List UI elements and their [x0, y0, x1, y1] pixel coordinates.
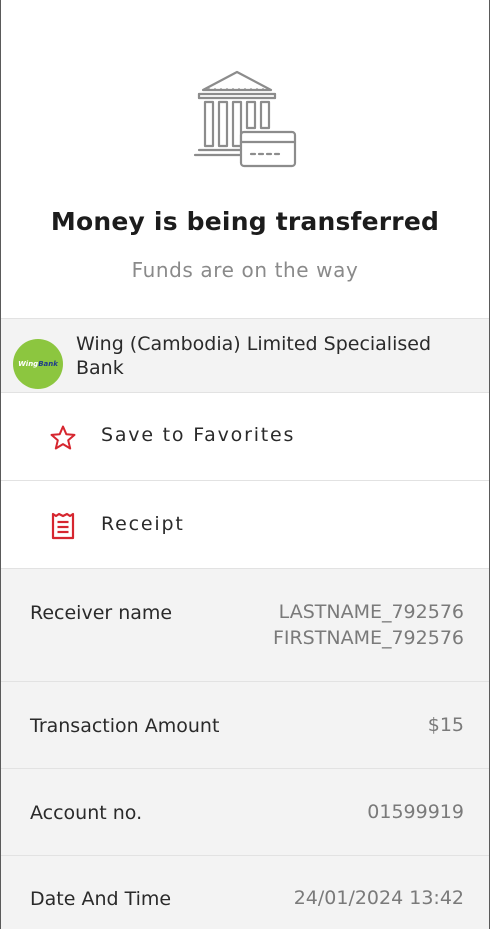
- date-time-label: Date And Time: [30, 888, 172, 910]
- account-number-value: 01599919: [367, 801, 464, 823]
- transaction-amount-label: Transaction Amount: [30, 715, 220, 737]
- receiver-name-label: Receiver name: [30, 602, 173, 624]
- bank-name: Wing (Cambodia) Limited Specialised Bank: [76, 332, 476, 380]
- receipt-icon: [51, 512, 75, 540]
- page-subtitle: Funds are on the way: [131, 258, 359, 282]
- save-to-favorites-label: Save to Favorites: [101, 424, 296, 446]
- receiver-bank: Wing Bank Wing (Cambodia) Limited Special…: [1, 318, 489, 393]
- receiver-name-row: Receiver name LASTNAME_792576 FIRSTNAME_…: [1, 569, 489, 682]
- logo-text-bank: Bank: [38, 359, 58, 368]
- receipt-label: Receipt: [101, 513, 185, 535]
- transaction-amount-value: $15: [427, 714, 464, 736]
- page-title: Money is being transferred: [50, 207, 440, 236]
- transaction-amount-row: Transaction Amount $15: [1, 682, 489, 769]
- wing-bank-logo: Wing Bank: [13, 339, 63, 389]
- account-number-row: Account no. 01599919: [1, 769, 489, 856]
- star-icon: [50, 425, 76, 450]
- date-time-value: 24/01/2024 13:42: [293, 887, 464, 909]
- receiver-firstname: FIRSTNAME_792576: [272, 627, 464, 649]
- account-number-label: Account no.: [30, 802, 143, 824]
- date-time-row: Date And Time 24/01/2024 13:42: [1, 856, 489, 929]
- bank-name-line-1: Wing (Cambodia) Limited Specialised: [76, 333, 432, 355]
- receiver-lastname: LASTNAME_792576: [278, 601, 464, 623]
- logo-text-wing: Wing: [18, 359, 39, 368]
- bank-card-icon: [193, 70, 297, 168]
- bank-name-line-2: Bank: [76, 357, 124, 379]
- save-to-favorites-button[interactable]: Save to Favorites: [1, 393, 489, 481]
- transfer-hero: Money is being transferred Funds are on …: [1, 0, 489, 318]
- receiver-name-value: LASTNAME_792576 FIRSTNAME_792576: [273, 599, 464, 651]
- receipt-button[interactable]: Receipt: [1, 481, 489, 569]
- transfer-status-screen: Money is being transferred Funds are on …: [0, 0, 490, 929]
